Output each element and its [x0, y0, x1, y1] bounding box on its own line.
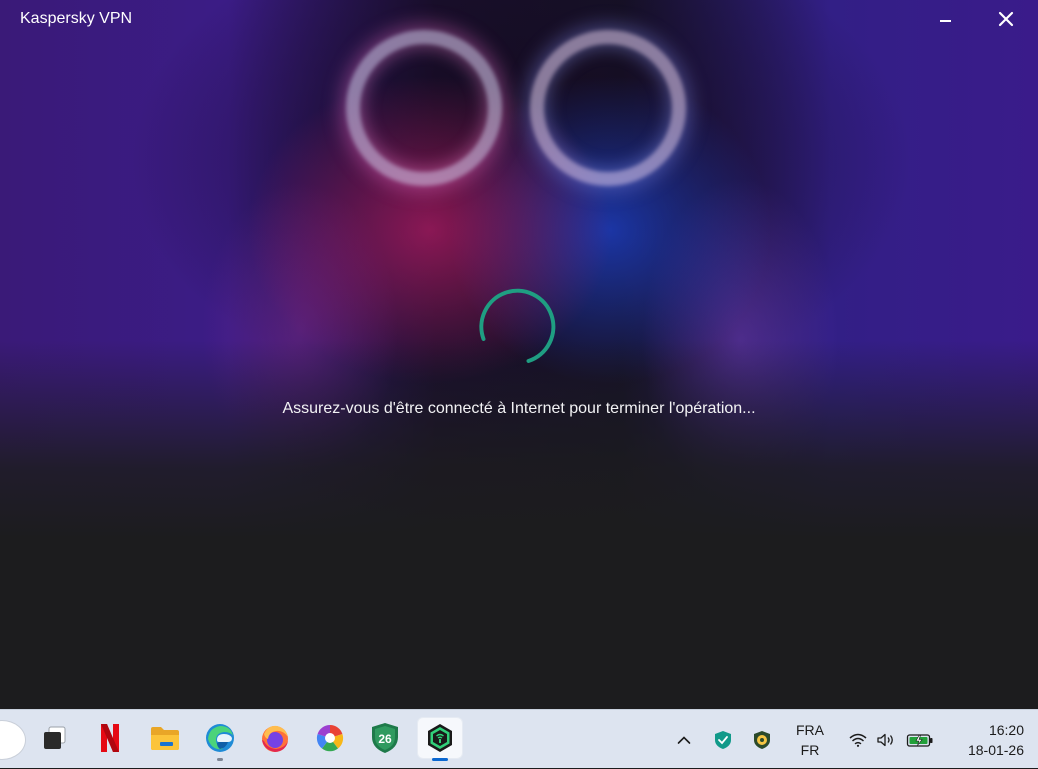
running-indicator — [217, 758, 223, 761]
avast-shield-icon — [754, 730, 770, 749]
kaspersky-vpn-icon — [428, 724, 452, 752]
taskbar-kaspersky-vpn[interactable] — [418, 718, 462, 761]
volume-icon — [877, 733, 893, 746]
shield-check-icon — [715, 730, 731, 749]
netflix-icon — [101, 724, 119, 752]
status-message: Assurez-vous d'être connecté à Internet … — [282, 400, 756, 417]
loading-spinner — [479, 288, 556, 363]
tray-antivirus[interactable] — [749, 710, 775, 769]
taskbar: 26 FRA FR 16:20 18-01-26 — [0, 709, 1038, 768]
title-bar: Kaspersky VPN — [0, 0, 1038, 38]
taskbar-kaspersky[interactable]: 26 — [363, 718, 407, 758]
glasses-lens-left — [346, 30, 502, 186]
close-icon — [998, 11, 1014, 27]
taskbar-edge[interactable] — [198, 718, 242, 761]
picasa-icon — [316, 724, 344, 752]
taskbar-netflix[interactable] — [88, 718, 132, 758]
tray-battery[interactable] — [904, 710, 936, 769]
language-indicator[interactable]: FRA FR — [788, 720, 832, 760]
taskbar-firefox[interactable] — [253, 718, 297, 758]
minimize-icon — [939, 20, 951, 22]
firefox-icon — [262, 725, 288, 752]
taskbar-file-explorer[interactable] — [143, 718, 187, 758]
minimize-button[interactable] — [927, 4, 963, 34]
wifi-icon — [849, 733, 867, 747]
language-line1: FRA — [796, 722, 824, 738]
task-view-icon — [44, 726, 66, 749]
language-line2: FR — [800, 742, 820, 758]
chevron-up-icon — [677, 735, 691, 744]
taskbar-picasa[interactable] — [308, 718, 352, 758]
edge-icon — [206, 724, 234, 752]
kaspersky-shield-icon: 26 — [372, 723, 398, 753]
battery-charging-icon — [906, 733, 933, 747]
taskbar-clock[interactable]: 16:20 18-01-26 — [948, 720, 1024, 760]
kaspersky-vpn-window: Kaspersky VPN Assurez-vous d'être connec… — [0, 0, 1038, 709]
svg-text:26: 26 — [378, 732, 392, 746]
tray-overflow-button[interactable] — [670, 710, 698, 769]
clock-date: 18-01-26 — [967, 742, 1024, 758]
clock-time: 16:20 — [988, 722, 1024, 738]
folder-icon — [151, 727, 179, 750]
glasses-lens-right — [530, 30, 686, 186]
start-button[interactable] — [0, 720, 26, 760]
tray-security-shield[interactable] — [710, 710, 736, 769]
taskbar-task-view[interactable] — [32, 718, 76, 758]
close-button[interactable] — [988, 4, 1024, 34]
tray-volume[interactable] — [873, 710, 899, 769]
window-title: Kaspersky VPN — [20, 10, 133, 27]
active-indicator — [432, 758, 448, 761]
tray-network[interactable] — [846, 710, 870, 769]
